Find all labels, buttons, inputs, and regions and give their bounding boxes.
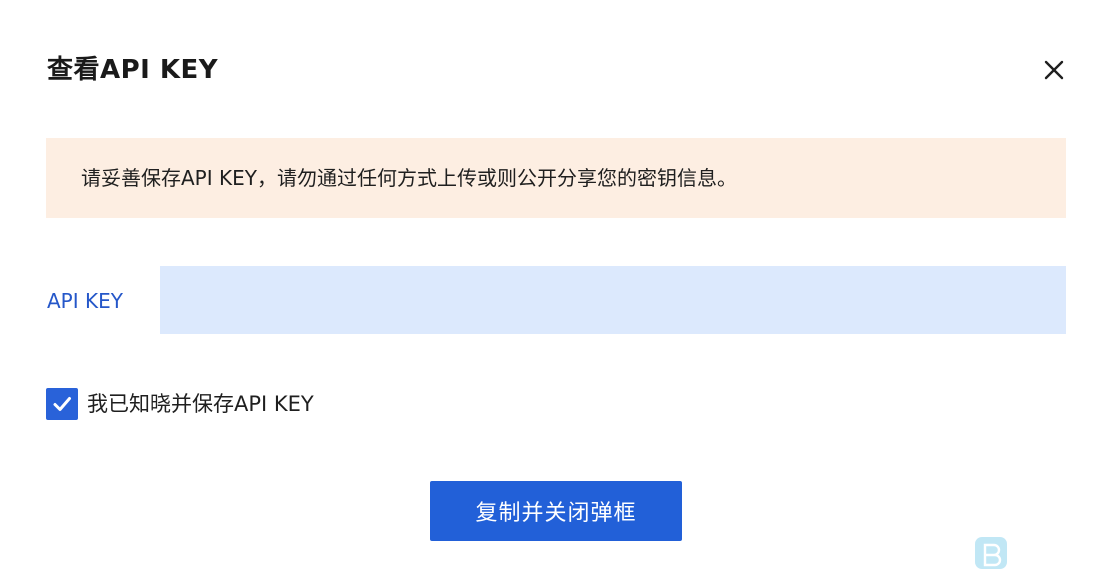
close-icon [1038,54,1070,86]
checkmark-icon [53,397,71,411]
acknowledge-checkbox-row[interactable]: 我已知晓并保存API KEY [46,388,314,420]
copy-and-close-button[interactable]: 复制并关闭弹框 [430,481,682,541]
close-button[interactable] [1038,54,1070,86]
api-key-label: API KEY [47,289,123,313]
api-key-dialog: 查看API KEY 请妥善保存API KEY，请勿通过任何方式上传或则公开分享您… [0,0,1100,583]
api-key-field[interactable] [160,266,1066,334]
warning-notice: 请妥善保存API KEY，请勿通过任何方式上传或则公开分享您的密钥信息。 [46,138,1066,218]
notice-text: 请妥善保存API KEY，请勿通过任何方式上传或则公开分享您的密钥信息。 [81,166,737,190]
acknowledge-checkbox[interactable] [46,388,78,420]
logo-watermark-icon [974,536,1008,570]
dialog-title: 查看API KEY [47,55,219,85]
acknowledge-label: 我已知晓并保存API KEY [87,392,314,416]
